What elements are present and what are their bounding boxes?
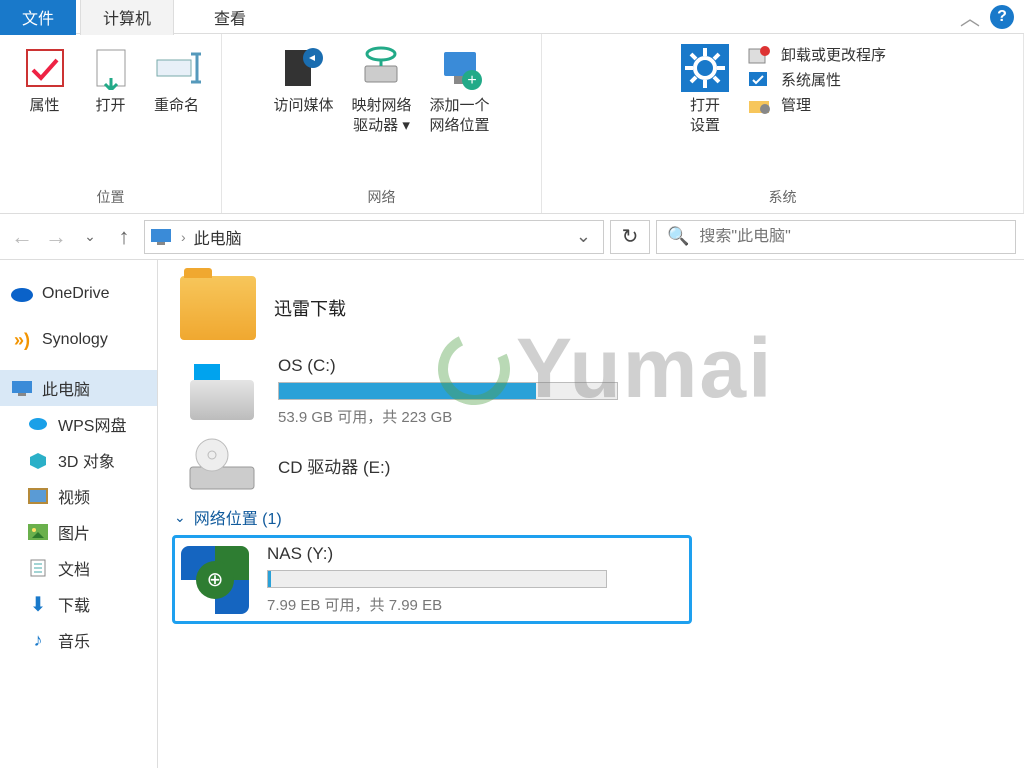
videos-icon <box>26 486 50 506</box>
uninstall-icon <box>745 45 773 65</box>
drive-nas-details: 7.99 EB 可用，共 7.99 EB <box>267 594 647 615</box>
manage-button[interactable]: 管理 <box>745 94 886 115</box>
sidebar-item-documents[interactable]: 文档 <box>0 550 157 586</box>
drive-nas-selected[interactable]: ⊕ NAS (Y:) 7.99 EB 可用，共 7.99 EB <box>172 535 692 624</box>
downloads-icon: ⬇ <box>26 594 50 614</box>
svg-text:+: + <box>467 72 476 89</box>
cd-drive-icon <box>184 437 260 493</box>
address-dropdown-icon[interactable]: ⌄ <box>568 226 599 247</box>
ribbon-group-system-label: 系统 <box>769 183 797 211</box>
sidebar-item-synology[interactable]: ») Synology <box>0 324 157 356</box>
tab-file[interactable]: 文件 <box>0 0 76 35</box>
folder-xunlei[interactable]: 迅雷下载 <box>172 270 1010 346</box>
uninstall-programs-button[interactable]: 卸载或更改程序 <box>745 44 886 65</box>
breadcrumb-this-pc[interactable]: 此电脑 <box>194 225 242 249</box>
ribbon: 属性 打开 重命名 位置 访问媒体 映射网络 驱动器 ▾ + <box>0 34 1024 214</box>
sidebar-item-onedrive[interactable]: OneDrive <box>0 278 157 310</box>
this-pc-icon <box>10 378 34 398</box>
this-pc-icon <box>149 227 173 247</box>
documents-icon <box>26 558 50 578</box>
sidebar-item-downloads[interactable]: ⬇ 下载 <box>0 586 157 622</box>
drive-cd-label: CD 驱动器 (E:) <box>278 453 658 478</box>
properties-button[interactable]: 属性 <box>13 40 77 183</box>
sidebar-item-pictures[interactable]: 图片 <box>0 514 157 550</box>
network-drive-icon: ⊕ <box>181 546 249 614</box>
refresh-button[interactable]: ↻ <box>610 220 650 254</box>
ribbon-group-location-label: 位置 <box>97 183 125 211</box>
sidebar-item-this-pc[interactable]: 此电脑 <box>0 370 157 406</box>
search-icon: 🔍 <box>667 226 689 247</box>
navigation-bar: ← → ⌄ ↑ › 此电脑 ⌄ ↻ 🔍 <box>0 214 1024 260</box>
forward-button[interactable]: → <box>42 223 70 251</box>
sidebar-item-3d-objects[interactable]: 3D 对象 <box>0 442 157 478</box>
wps-icon <box>26 414 50 434</box>
access-media-button[interactable]: 访问媒体 <box>265 40 341 183</box>
drive-c-details: 53.9 GB 可用，共 223 GB <box>278 406 658 427</box>
system-properties-button[interactable]: 系统属性 <box>745 69 886 90</box>
ribbon-tabs: 文件 计算机 查看 ︿ ? <box>0 0 1024 34</box>
sidebar-item-videos[interactable]: 视频 <box>0 478 157 514</box>
section-network-locations[interactable]: ⌄ 网络位置 (1) <box>174 505 1010 529</box>
music-icon: ♪ <box>26 630 50 650</box>
collapse-ribbon-icon[interactable]: ︿ <box>960 2 980 31</box>
search-input[interactable] <box>699 228 1005 246</box>
breadcrumb-sep: › <box>181 229 186 245</box>
sidebar-item-wps[interactable]: WPS网盘 <box>0 406 157 442</box>
content-pane: Yumai 迅雷下载 OS (C:) 53.9 GB 可用，共 223 GB C… <box>158 260 1024 768</box>
drive-nas-label: NAS (Y:) <box>267 544 647 564</box>
recent-dropdown[interactable]: ⌄ <box>76 223 104 251</box>
map-network-drive-button[interactable]: 映射网络 驱动器 ▾ <box>343 40 419 183</box>
dropdown-arrow-icon: ▾ <box>402 117 410 134</box>
manage-icon <box>745 95 773 115</box>
search-box[interactable]: 🔍 <box>656 220 1016 254</box>
back-button[interactable]: ← <box>8 223 36 251</box>
tab-computer[interactable]: 计算机 <box>80 0 174 35</box>
tab-view[interactable]: 查看 <box>192 0 268 35</box>
address-bar[interactable]: › 此电脑 ⌄ <box>144 220 604 254</box>
folder-icon <box>180 276 256 340</box>
help-icon[interactable]: ? <box>990 5 1014 29</box>
pictures-icon <box>26 522 50 542</box>
chevron-down-icon: ⌄ <box>174 509 186 526</box>
nav-tree: OneDrive ») Synology 此电脑 WPS网盘 3D 对象 视频 … <box>0 260 158 768</box>
drive-cd[interactable]: CD 驱动器 (E:) <box>184 437 1010 493</box>
drive-c-usage-bar <box>278 382 618 400</box>
drive-nas-usage-bar <box>267 570 607 588</box>
open-settings-button[interactable]: 打开 设置 <box>673 40 737 183</box>
ribbon-group-network-label: 网络 <box>368 183 396 211</box>
rename-button[interactable]: 重命名 <box>145 40 209 183</box>
drive-icon <box>184 364 260 420</box>
add-network-location-button[interactable]: + 添加一个 网络位置 <box>422 40 498 183</box>
system-properties-icon <box>745 70 773 90</box>
drive-c-label: OS (C:) <box>278 356 658 376</box>
open-button[interactable]: 打开 <box>79 40 143 183</box>
sidebar-item-music[interactable]: ♪ 音乐 <box>0 622 157 658</box>
onedrive-icon <box>10 284 34 304</box>
cube-icon <box>26 450 50 470</box>
up-button[interactable]: ↑ <box>110 223 138 251</box>
synology-icon: ») <box>10 330 34 350</box>
drive-c[interactable]: OS (C:) 53.9 GB 可用，共 223 GB <box>184 356 1010 427</box>
